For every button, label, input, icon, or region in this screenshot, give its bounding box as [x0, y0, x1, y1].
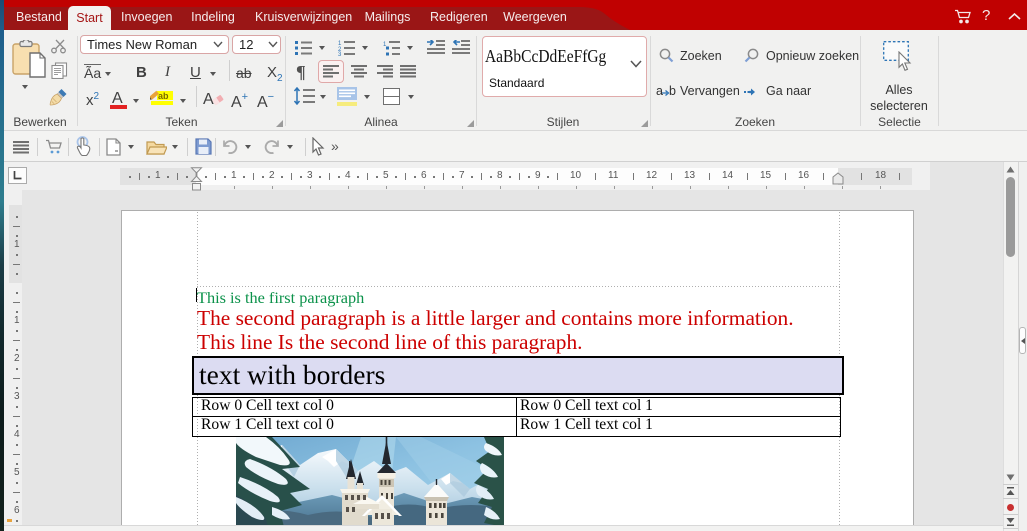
svg-text:ab: ab — [158, 91, 169, 101]
svg-text:3: 3 — [338, 52, 342, 56]
